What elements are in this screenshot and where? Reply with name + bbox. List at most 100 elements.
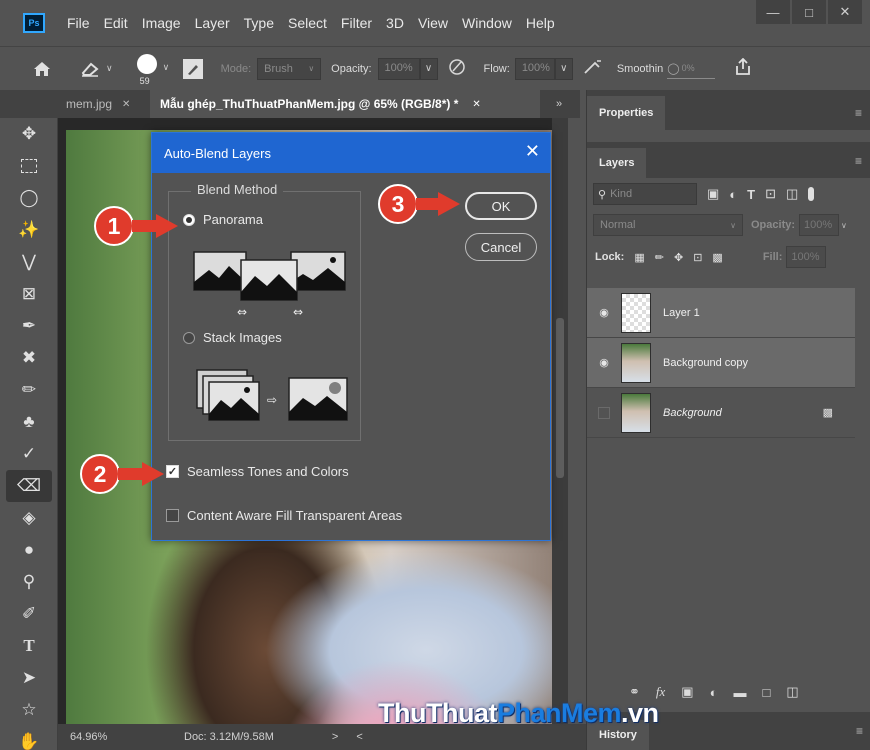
move-tool[interactable]: ✥ [6, 118, 52, 150]
opacity-value[interactable]: 100% [799, 214, 840, 236]
scroll-left-icon[interactable]: < [356, 731, 362, 743]
brush-settings-button[interactable] [182, 58, 203, 79]
menu-select[interactable]: Select [288, 15, 327, 31]
content-aware-fill-option[interactable]: Content Aware Fill Transparent Areas [166, 508, 402, 523]
brush-tool[interactable]: ✏ [6, 374, 52, 406]
eraser-tool[interactable]: ⌫ [6, 470, 52, 502]
crop-tool[interactable]: ⋁ [6, 246, 52, 278]
type-filter-icon[interactable]: T [747, 187, 755, 202]
visibility-eye-icon[interactable]: ◉ [587, 306, 621, 319]
content-aware-fill-checkbox[interactable] [166, 509, 179, 522]
panorama-radio[interactable] [183, 213, 195, 226]
path-selection-tool[interactable]: ➤ [6, 662, 52, 694]
smoothing-input[interactable]: ◯ 0% [667, 59, 716, 79]
magic-wand-tool[interactable]: ✨ [6, 214, 52, 246]
tab-properties[interactable]: Properties [587, 96, 666, 130]
eyedropper-tool[interactable]: ✒ [6, 310, 52, 342]
adjustment-filter-icon[interactable]: ◐ [729, 187, 737, 202]
menu-edit[interactable]: Edit [104, 15, 128, 31]
chevron-down-icon[interactable]: ∨ [841, 221, 847, 230]
document-tab-inactive[interactable]: mem.jpg ✕ [0, 90, 150, 118]
close-window-button[interactable]: ✕ [828, 0, 862, 24]
panel-menu-icon[interactable]: ≡ [855, 106, 862, 120]
menu-view[interactable]: View [418, 15, 448, 31]
lock-image-icon[interactable]: ✏ [655, 251, 664, 264]
tab-overflow-icon[interactable]: » [556, 98, 562, 110]
menu-window[interactable]: Window [462, 15, 512, 31]
scrollbar-thumb[interactable] [556, 318, 564, 478]
history-brush-tool[interactable]: ✓ [6, 438, 52, 470]
close-dialog-icon[interactable]: ✕ [525, 141, 540, 162]
lock-artboard-icon[interactable]: ⊡ [693, 251, 702, 264]
new-group-icon[interactable]: ▬ [733, 685, 746, 700]
panel-menu-icon[interactable]: ≡ [856, 724, 863, 738]
tab-layers[interactable]: Layers [587, 148, 647, 178]
menu-file[interactable]: File [67, 15, 90, 31]
frame-tool[interactable]: ⊠ [6, 278, 52, 310]
adjustment-layer-icon[interactable]: ◐ [710, 685, 718, 700]
mode-select[interactable]: Brush ∨ [257, 57, 322, 80]
seamless-tones-checkbox[interactable]: ✓ [166, 465, 179, 478]
lock-position-icon[interactable]: ✥ [674, 251, 683, 264]
menu-help[interactable]: Help [526, 15, 555, 31]
cancel-button[interactable]: Cancel [465, 233, 537, 261]
airbrush-button[interactable] [583, 59, 603, 78]
pixel-filter-icon[interactable]: ▣ [707, 186, 719, 202]
share-button[interactable] [735, 57, 751, 79]
visibility-toggle-empty[interactable] [587, 406, 621, 419]
lasso-tool[interactable]: ◯ [6, 182, 52, 214]
lock-transparent-icon[interactable]: ▦ [634, 251, 644, 264]
new-layer-icon[interactable]: □ [762, 685, 770, 700]
maximize-button[interactable]: □ [792, 0, 826, 24]
menu-layer[interactable]: Layer [195, 15, 230, 31]
dodge-tool[interactable]: ⚲ [6, 566, 52, 598]
status-menu-arrow-icon[interactable]: > [332, 731, 338, 743]
minimize-button[interactable]: — [756, 0, 790, 24]
layer-mask-icon[interactable]: ▣ [681, 684, 693, 700]
fill-value[interactable]: 100% [786, 246, 827, 268]
smart-object-filter-icon[interactable]: ◫ [786, 186, 798, 202]
flow-dropdown[interactable]: ∨ [554, 57, 573, 80]
stack-images-radio[interactable] [183, 331, 195, 344]
layer-row[interactable]: ◉ Background copy [587, 338, 855, 388]
shape-filter-icon[interactable]: ⊡ [765, 186, 776, 202]
panorama-option[interactable]: Panorama [183, 212, 263, 227]
visibility-eye-icon[interactable]: ◉ [587, 356, 621, 369]
menu-3d[interactable]: 3D [386, 15, 404, 31]
eraser-tool-preset[interactable]: ∨ [80, 61, 113, 77]
vertical-scrollbar[interactable] [552, 118, 568, 724]
layer-row[interactable]: Background ▩ [587, 388, 855, 438]
zoom-level[interactable]: 64.96% [70, 731, 150, 743]
ok-button[interactable]: OK [465, 192, 537, 220]
flow-input[interactable]: 100% [514, 57, 555, 80]
layer-row[interactable]: ◉ Layer 1 [587, 288, 855, 338]
clone-stamp-tool[interactable]: ♣ [6, 406, 52, 438]
menu-filter[interactable]: Filter [341, 15, 372, 31]
marquee-tool[interactable] [6, 150, 52, 182]
blur-tool[interactable]: ● [6, 534, 52, 566]
panel-menu-icon[interactable]: ≡ [855, 154, 862, 168]
seamless-tones-option[interactable]: ✓ Seamless Tones and Colors [166, 464, 349, 479]
close-tab-icon[interactable]: ✕ [122, 99, 130, 110]
shape-tool[interactable]: ☆ [6, 694, 52, 726]
paint-bucket-tool[interactable]: ◈ [6, 502, 52, 534]
opacity-dropdown[interactable]: ∨ [419, 57, 438, 80]
type-tool[interactable]: T [6, 630, 52, 662]
trash-icon[interactable]: ◫ [786, 684, 798, 700]
close-tab-icon[interactable]: ✕ [472, 99, 480, 110]
layer-kind-filter[interactable]: ⚲ Kind [593, 183, 697, 205]
filter-toggle-icon[interactable] [808, 187, 815, 201]
healing-brush-tool[interactable]: ✖ [6, 342, 52, 374]
home-button[interactable] [22, 61, 62, 77]
brush-preset-picker[interactable]: 59 ∨ [133, 49, 169, 89]
pressure-opacity-button[interactable] [448, 58, 466, 79]
pen-tool[interactable]: ✐ [6, 598, 52, 630]
blend-mode-select[interactable]: Normal ∨ [593, 214, 743, 236]
hand-tool[interactable]: ✋ [6, 726, 52, 750]
menu-type[interactable]: Type [244, 15, 274, 31]
menu-image[interactable]: Image [142, 15, 181, 31]
stack-images-option[interactable]: Stack Images [183, 330, 282, 345]
document-tab-active[interactable]: Mẫu ghép_ThuThuatPhanMem.jpg @ 65% (RGB/… [150, 90, 540, 118]
opacity-input[interactable]: 100% [377, 57, 420, 80]
lock-all-icon[interactable]: ▩ [712, 251, 722, 264]
